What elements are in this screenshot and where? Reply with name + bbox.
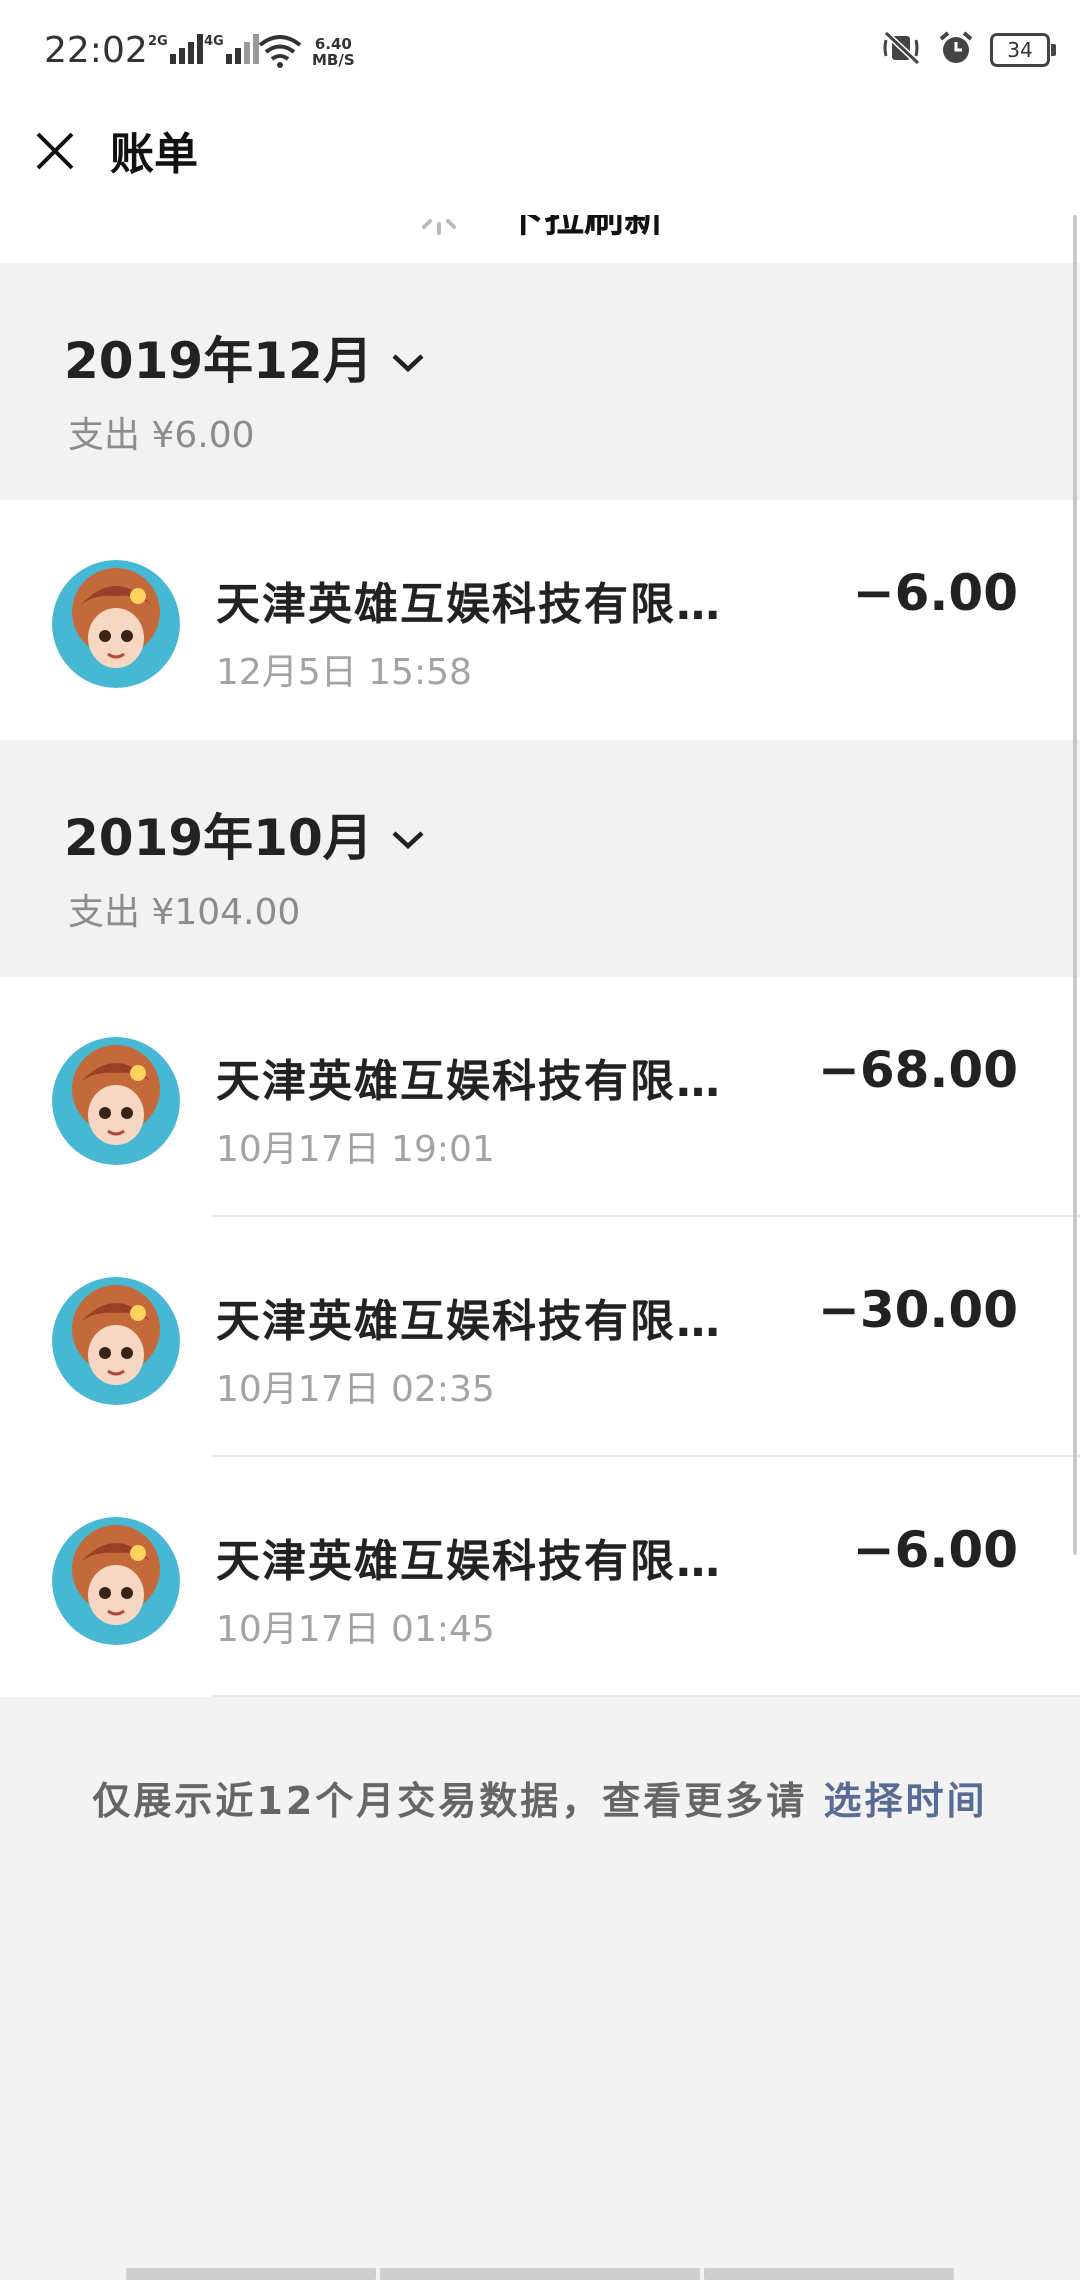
merchant-name: 天津英雄互娱科技有限…	[216, 1056, 722, 1107]
pull-refresh-indicator: 下拉刷新	[0, 215, 1080, 263]
avatar-image	[52, 1037, 180, 1165]
mute-icon	[882, 30, 922, 70]
history-limit-text: 仅展示近12个月交易数据，查看更多请	[92, 1779, 808, 1823]
transaction-time: 10月17日 19:01	[216, 1129, 495, 1170]
signal-4g: 4G	[204, 34, 259, 64]
transaction-row[interactable]: 天津英雄互娱科技有限… 10月17日 01:45 −6.00	[0, 1457, 1080, 1697]
transaction-amount: −6.00	[852, 1521, 1018, 1579]
title-bar: 账单	[0, 110, 1080, 215]
network-speed: 6.40 MB/S	[312, 36, 355, 68]
avatar-image	[52, 560, 180, 688]
history-limit-note: 仅展示近12个月交易数据，查看更多请 选择时间	[0, 1770, 1080, 1825]
month-title[interactable]: 2019年12月	[64, 321, 425, 393]
month-title-text: 2019年12月	[64, 332, 373, 390]
transaction-time: 10月17日 01:45	[216, 1609, 495, 1650]
transaction-row[interactable]: 天津英雄互娱科技有限… 10月17日 19:01 −68.00	[0, 977, 1080, 1217]
status-right: 34	[882, 30, 1056, 70]
chevron-down-icon	[391, 805, 425, 863]
avatar-image	[52, 1277, 180, 1405]
merchant-name: 天津英雄互娱科技有限…	[216, 1296, 722, 1347]
speed-unit: MB/S	[312, 51, 355, 69]
signal-2g: 2G	[148, 34, 203, 64]
battery-icon: 34	[990, 33, 1056, 67]
nav-hint-center	[380, 2268, 700, 2280]
nav-hint-left	[126, 2268, 376, 2280]
speed-value: 6.40	[314, 35, 352, 53]
close-icon[interactable]	[34, 130, 76, 172]
transaction-amount: −68.00	[817, 1041, 1018, 1099]
signal-bars-icon	[169, 34, 203, 64]
page-title: 账单	[110, 129, 198, 180]
wifi-icon	[258, 34, 302, 72]
status-time: 22:02	[44, 30, 148, 71]
spinner-icon	[414, 215, 464, 241]
nav-hint-right	[704, 2268, 954, 2280]
merchant-name: 天津英雄互娱科技有限…	[216, 579, 722, 630]
status-bar: 22:02 2G 4G 6.40 MB/S 34	[0, 0, 1080, 110]
transaction-row[interactable]: 天津英雄互娱科技有限… 12月5日 15:58 −6.00	[0, 500, 1080, 740]
alarm-icon	[938, 30, 974, 70]
month-title[interactable]: 2019年10月	[64, 798, 425, 870]
select-time-link[interactable]: 选择时间	[824, 1779, 988, 1823]
battery-level: 34	[1007, 38, 1033, 62]
transaction-time: 10月17日 02:35	[216, 1369, 495, 1410]
transaction-amount: −6.00	[852, 564, 1018, 622]
transaction-amount: −30.00	[817, 1281, 1018, 1339]
transaction-row[interactable]: 天津英雄互娱科技有限… 10月17日 02:35 −30.00	[0, 1217, 1080, 1457]
month-title-text: 2019年10月	[64, 809, 373, 867]
month-header[interactable]: 2019年12月 支出 ¥6.00	[0, 263, 1080, 500]
transaction-time: 12月5日 15:58	[216, 652, 472, 693]
pull-refresh-text: 下拉刷新	[504, 215, 664, 241]
scrollbar[interactable]	[1073, 215, 1077, 1555]
network-type-4g: 4G	[204, 34, 224, 49]
chevron-down-icon	[391, 328, 425, 386]
signal-bars-icon	[225, 34, 259, 64]
row-divider	[212, 1695, 1080, 1697]
month-summary: 支出 ¥6.00	[68, 415, 255, 456]
month-summary: 支出 ¥104.00	[68, 892, 301, 933]
month-header[interactable]: 2019年10月 支出 ¥104.00	[0, 740, 1080, 977]
avatar-image	[52, 1517, 180, 1645]
merchant-name: 天津英雄互娱科技有限…	[216, 1536, 722, 1587]
network-type-2g: 2G	[148, 34, 168, 49]
